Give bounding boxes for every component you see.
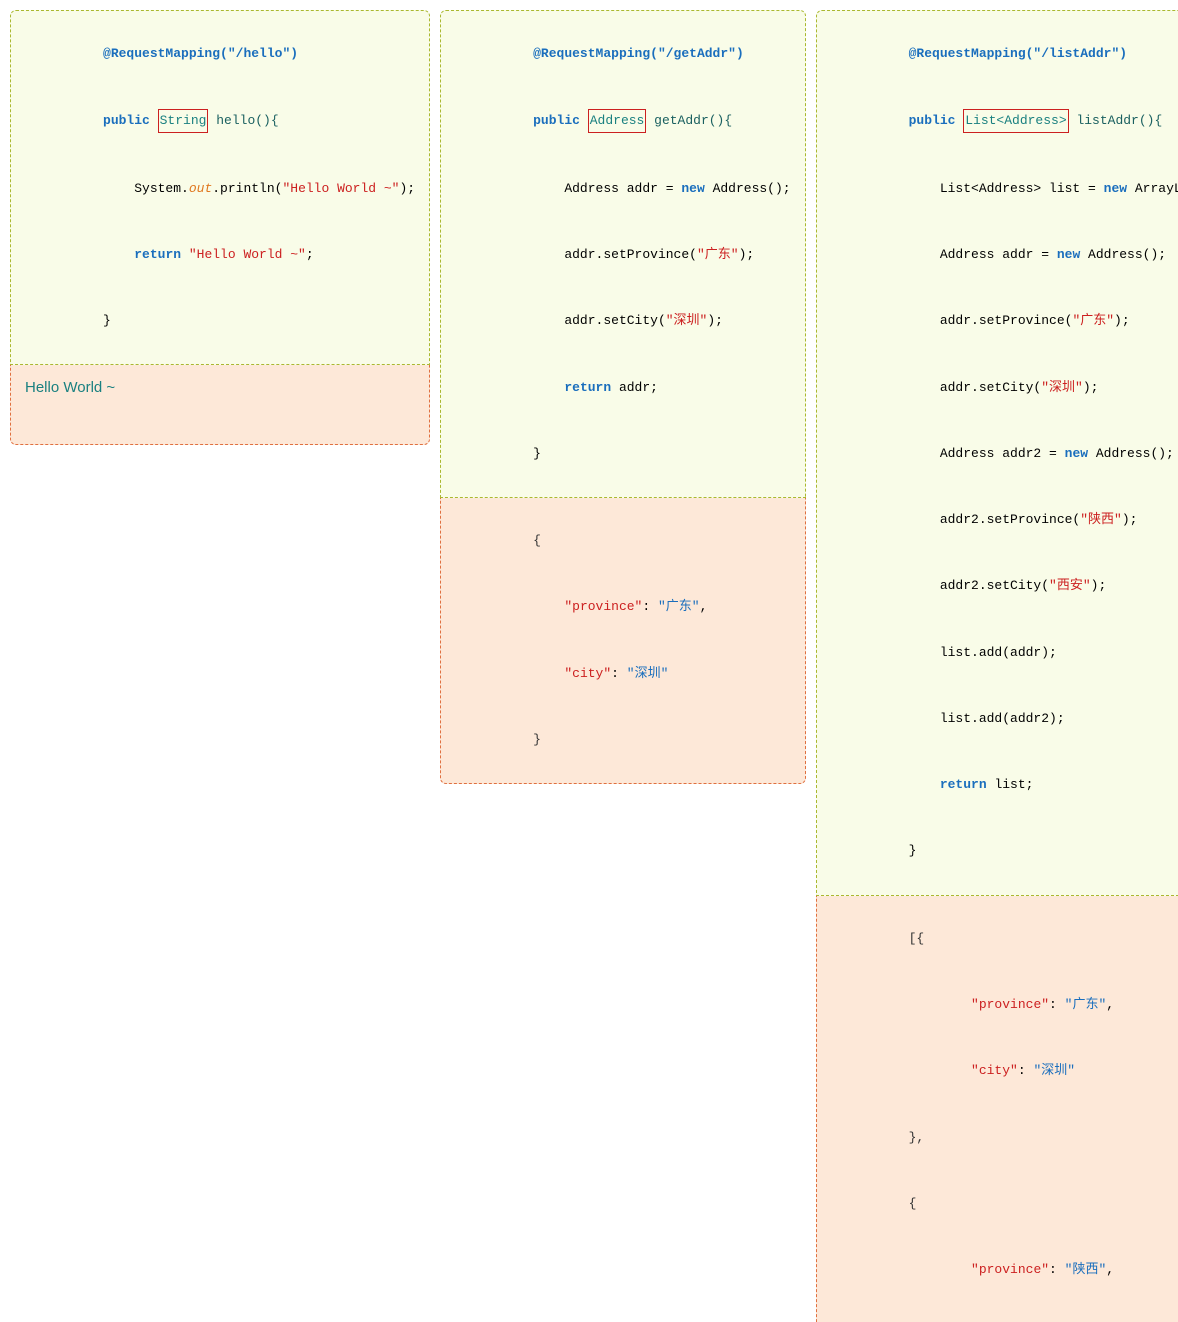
right-json-line1: [{ — [831, 906, 1178, 972]
mid-json-line1: { — [455, 508, 790, 574]
mid-line2: Address addr = new Address(); — [455, 156, 790, 222]
right-annotation: @RequestMapping("/listAddr") — [831, 21, 1178, 87]
right-line12: } — [831, 818, 1178, 884]
right-json-line5: { — [831, 1171, 1178, 1237]
right-json-line4: }, — [831, 1105, 1178, 1171]
mid-line5: return addr; — [455, 354, 790, 420]
main-container: @RequestMapping("/hello") public String … — [0, 0, 1178, 1322]
left-code-panel: @RequestMapping("/hello") public String … — [10, 10, 430, 365]
right-line10: list.add(addr2); — [831, 686, 1178, 752]
right-line7: addr2.setProvince("陕西"); — [831, 487, 1178, 553]
mid-column: @RequestMapping("/getAddr") public Addre… — [440, 10, 805, 784]
right-line11: return list; — [831, 752, 1178, 818]
right-column: @RequestMapping("/listAddr") public List… — [816, 10, 1178, 1322]
mid-output-panel: { "province": "广东", "city": "深圳" } — [440, 498, 805, 784]
mid-code-panel: @RequestMapping("/getAddr") public Addre… — [440, 10, 805, 498]
right-line4: addr.setProvince("广东"); — [831, 288, 1178, 354]
mid-json-line3: "city": "深圳" — [455, 641, 790, 707]
right-json-line3: "city": "深圳" — [831, 1038, 1178, 1104]
right-json-line6: "province": "陕西", — [831, 1237, 1178, 1303]
mid-line6: } — [455, 421, 790, 487]
right-line9: list.add(addr); — [831, 620, 1178, 686]
hello-world-output: Hello World ~ — [25, 379, 115, 396]
left-line3: return "Hello World ~"; — [25, 222, 415, 288]
mid-annotation: @RequestMapping("/getAddr") — [455, 21, 790, 87]
left-output-panel: Hello World ~ — [10, 365, 430, 445]
left-column: @RequestMapping("/hello") public String … — [10, 10, 430, 445]
mid-json-line2: "province": "广东", — [455, 574, 790, 640]
right-line3: Address addr = new Address(); — [831, 222, 1178, 288]
right-code-panel: @RequestMapping("/listAddr") public List… — [816, 10, 1178, 896]
left-line4: } — [25, 288, 415, 354]
right-line2: List<Address> list = new ArrayList<>(); — [831, 156, 1178, 222]
mid-line3: addr.setProvince("广东"); — [455, 222, 790, 288]
left-line2: System.out.println("Hello World ~"); — [25, 156, 415, 222]
right-line1: public List<Address> listAddr(){ — [831, 87, 1178, 155]
right-json-line7: "city": "西安" — [831, 1303, 1178, 1322]
mid-json-line4: } — [455, 707, 790, 773]
mid-line1: public Address getAddr(){ — [455, 87, 790, 155]
top-row: @RequestMapping("/hello") public String … — [10, 10, 1168, 1322]
right-output-panel: [{ "province": "广东", "city": "深圳" }, { — [816, 896, 1178, 1322]
left-annotation: @RequestMapping("/hello") — [25, 21, 415, 87]
right-line5: addr.setCity("深圳"); — [831, 354, 1178, 420]
left-line1: public String hello(){ — [25, 87, 415, 155]
right-line6: Address addr2 = new Address(); — [831, 421, 1178, 487]
mid-line4: addr.setCity("深圳"); — [455, 288, 790, 354]
right-line8: addr2.setCity("西安"); — [831, 553, 1178, 619]
right-json-line2: "province": "广东", — [831, 972, 1178, 1038]
